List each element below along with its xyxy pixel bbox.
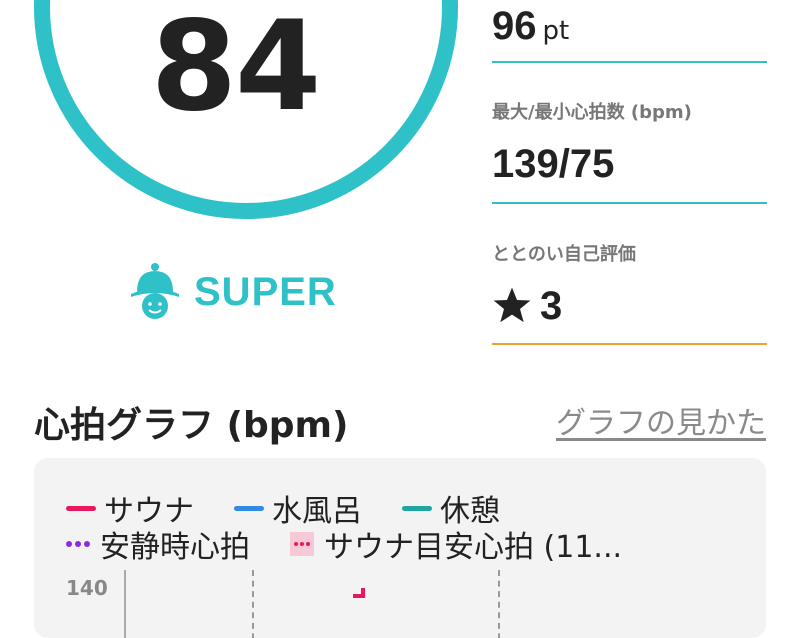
heart-rate-divider — [492, 202, 767, 204]
total-score: 84 — [150, 0, 322, 139]
legend-row-2: 安静時心拍 サウナ目安心拍 (11... — [66, 522, 622, 566]
sauna-swatch — [66, 505, 96, 511]
grid-line-1 — [252, 570, 254, 638]
heart-rate-stat: 最大/最小心拍数 (bpm) — [492, 98, 767, 124]
self-rating-label: ととのい自己評価 — [492, 244, 636, 265]
graph-guide-link[interactable]: グラフの見かた — [556, 398, 766, 442]
points-stat: 96 pt — [492, 4, 767, 49]
y-tick-140: 140 — [66, 576, 108, 600]
legend-resting-hr[interactable]: 安静時心拍 — [66, 522, 250, 566]
legend-sauna-target-label: サウナ目安心拍 (11... — [324, 530, 623, 565]
self-rating-divider — [492, 343, 767, 345]
sauna-target-swatch — [290, 532, 314, 556]
self-rating-value: 3 — [540, 284, 563, 328]
heart-rate-chart-card: サウナ 水風呂 休憩 安静時心拍 サウナ目安心拍 (11... 140 — [34, 458, 766, 638]
cold-bath-swatch — [234, 505, 264, 511]
rank-badge: SUPER — [128, 262, 337, 322]
points-divider — [492, 61, 767, 63]
rank-label: SUPER — [194, 269, 337, 314]
star-icon — [493, 287, 531, 323]
grid-line-2 — [498, 570, 500, 638]
heart-rate-value-wrap: 139/75 — [492, 142, 767, 187]
y-axis — [124, 570, 126, 638]
self-rating-value-wrap: 3 — [492, 284, 767, 329]
helmet-mascot-icon — [131, 263, 179, 319]
points-unit: pt — [542, 16, 570, 46]
legend-resting-hr-label: 安静時心拍 — [100, 530, 250, 565]
sauna-series-line-up — [361, 588, 365, 598]
legend-sauna-target-hr[interactable]: サウナ目安心拍 (11... — [290, 522, 622, 566]
resting-hr-swatch — [66, 541, 90, 547]
points-value: 96 — [492, 4, 537, 48]
heart-rate-value: 139/75 — [492, 142, 615, 186]
self-rating-stat: ととのい自己評価 — [492, 240, 767, 266]
heart-rate-label: 最大/最小心拍数 (bpm) — [492, 102, 692, 123]
heart-rate-graph-title: 心拍グラフ (bpm) — [34, 405, 349, 446]
rest-swatch — [402, 505, 432, 511]
